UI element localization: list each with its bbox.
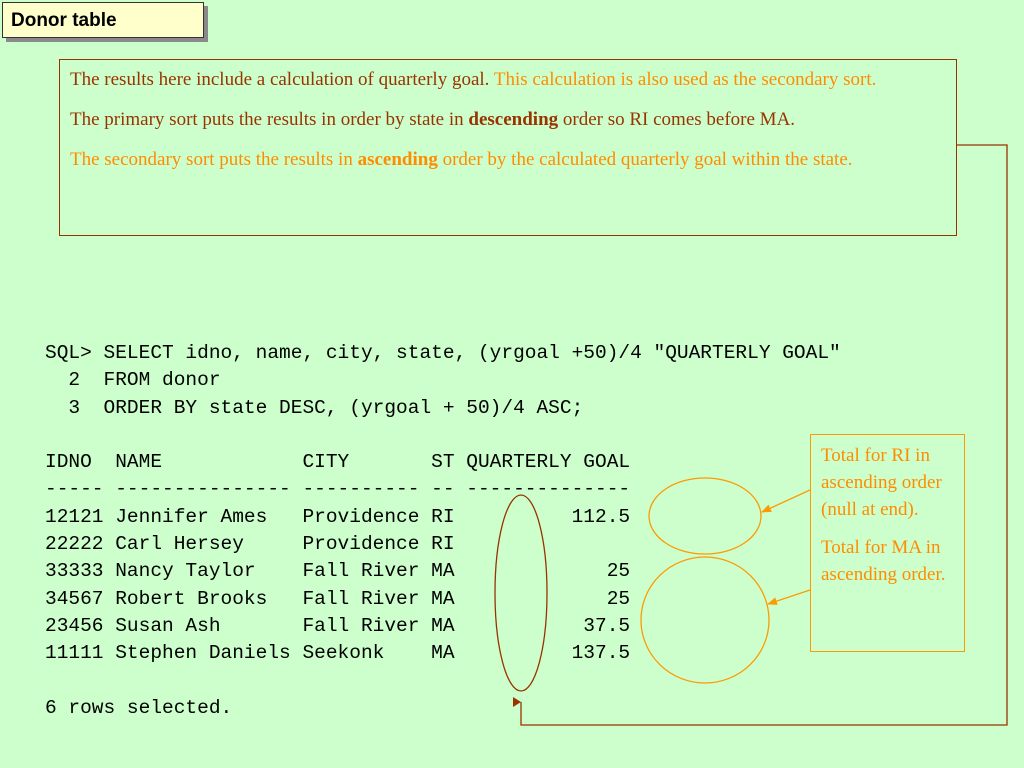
annotation-overlay xyxy=(494,144,1008,726)
ri-total-highlight xyxy=(648,477,762,555)
ri-note-arrow xyxy=(761,489,811,513)
ma-total-highlight xyxy=(640,556,770,684)
state-sort-connector xyxy=(513,144,1008,726)
ma-note-arrow xyxy=(767,589,811,605)
state-column-highlight xyxy=(494,494,548,692)
